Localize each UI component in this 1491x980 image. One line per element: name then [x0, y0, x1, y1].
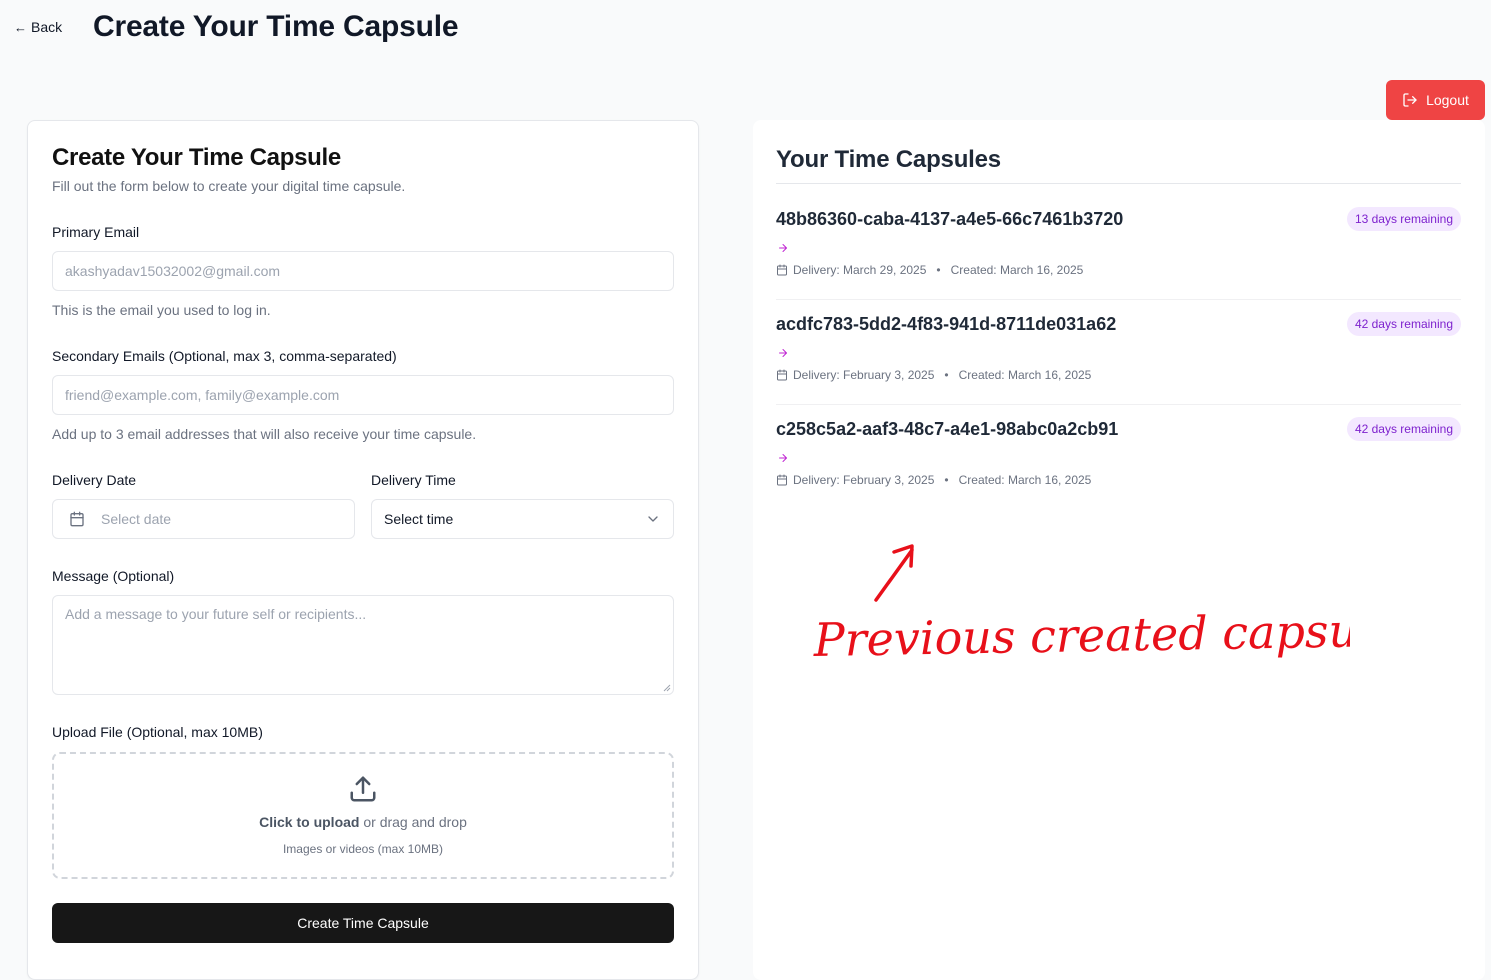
arrow-right-icon[interactable] [777, 242, 789, 254]
meta-separator: • [944, 473, 949, 487]
days-remaining-badge: 42 days remaining [1346, 417, 1461, 441]
capsule-meta: Delivery: March 29, 2025 • Created: Marc… [776, 263, 1083, 277]
annotation-arrow-icon [874, 544, 914, 602]
calendar-icon [777, 474, 787, 486]
meta-separator: • [936, 263, 941, 277]
created-date-text: Created: March 16, 2025 [958, 473, 1092, 487]
arrow-right-icon[interactable] [777, 452, 789, 464]
capsule-id: 48b86360-caba-4137-a4e5-66c7461b3720 [776, 209, 1124, 229]
form-title: Create Your Time Capsule [52, 144, 341, 171]
meta-separator: • [944, 368, 949, 382]
create-capsule-form: Create Your Time Capsule Fill out the fo… [27, 120, 699, 980]
primary-email-help: This is the email you used to log in. [52, 302, 271, 318]
upload-instruction: Click to upload or drag and drop [54, 814, 672, 830]
page-title: Create Your Time Capsule [93, 10, 459, 43]
delivery-date-label: Delivery Date [52, 472, 137, 488]
secondary-emails-placeholder: friend@example.com, family@example.com [65, 387, 340, 403]
capsule-item[interactable]: 48b86360-caba-4137-a4e5-66c7461b3720 13 … [776, 195, 1461, 300]
drag-drop-text: or drag and drop [359, 814, 467, 830]
back-link[interactable]: ← Back [14, 19, 62, 35]
create-capsule-button[interactable]: Create Time Capsule [52, 903, 674, 943]
capsule-meta: Delivery: February 3, 2025 • Created: Ma… [776, 473, 1091, 487]
resize-grip-icon[interactable] [663, 684, 671, 692]
delivery-time-select[interactable]: Select time [371, 499, 674, 539]
back-arrow-icon: ← [14, 19, 27, 35]
capsule-item[interactable]: c258c5a2-aaf3-48c7-a4e1-98abc0a2cb91 42 … [776, 405, 1461, 510]
divider [776, 183, 1461, 184]
delivery-date-picker[interactable]: Select date [52, 499, 355, 539]
days-remaining-badge: 42 days remaining [1346, 312, 1461, 336]
calendar-icon [777, 369, 787, 381]
capsule-meta: Delivery: February 3, 2025 • Created: Ma… [776, 368, 1091, 382]
logout-icon [1403, 93, 1417, 107]
secondary-emails-help: Add up to 3 email addresses that will al… [52, 426, 477, 442]
chevron-down-icon [648, 516, 658, 522]
capsule-id: acdfc783-5dd2-4f83-941d-8711de031a62 [776, 314, 1117, 334]
logout-button[interactable]: Logout [1386, 80, 1485, 120]
capsule-list-title: Your Time Capsules [776, 146, 1001, 173]
back-link-label: Back [31, 19, 63, 35]
logout-label: Logout [1426, 92, 1469, 108]
click-to-upload-text: Click to upload [259, 814, 360, 830]
primary-email-value: akashyadav15032002@gmail.com [65, 263, 281, 279]
upload-hint: Images or videos (max 10MB) [282, 842, 444, 856]
calendar-icon [70, 511, 84, 527]
secondary-emails-label: Secondary Emails (Optional, max 3, comma… [52, 348, 397, 364]
annotation-text: Previous created capsules [812, 602, 1350, 667]
capsule-item[interactable]: acdfc783-5dd2-4f83-941d-8711de031a62 42 … [776, 300, 1461, 405]
upload-label: Upload File (Optional, max 10MB) [52, 724, 263, 740]
secondary-emails-field[interactable]: friend@example.com, family@example.com [52, 375, 674, 415]
delivery-time-value: Select time [384, 511, 454, 527]
top-bar: ← Back Create Your Time Capsule [0, 0, 1491, 60]
delivery-date-placeholder: Select date [101, 511, 172, 527]
primary-email-label: Primary Email [52, 224, 140, 240]
arrow-right-icon[interactable] [777, 347, 789, 359]
delivery-date-text: Delivery: March 29, 2025 [793, 263, 927, 277]
message-textarea[interactable]: Add a message to your future self or rec… [52, 595, 674, 695]
message-placeholder: Add a message to your future self or rec… [65, 606, 367, 622]
form-subtitle: Fill out the form below to create your d… [52, 178, 406, 194]
delivery-date-text: Delivery: February 3, 2025 [793, 473, 935, 487]
primary-email-field[interactable]: akashyadav15032002@gmail.com [52, 251, 674, 291]
delivery-date-text: Delivery: February 3, 2025 [793, 368, 935, 382]
handwritten-annotation: Previous created capsules [812, 544, 1350, 667]
message-label: Message (Optional) [52, 568, 175, 584]
capsule-id: c258c5a2-aaf3-48c7-a4e1-98abc0a2cb91 [776, 419, 1119, 439]
created-date-text: Created: March 16, 2025 [950, 263, 1084, 277]
calendar-icon [777, 264, 787, 276]
upload-icon [350, 776, 376, 802]
created-date-text: Created: March 16, 2025 [958, 368, 1092, 382]
delivery-time-label: Delivery Time [371, 472, 456, 488]
file-dropzone[interactable]: Click to upload or drag and drop Images … [52, 752, 674, 879]
days-remaining-badge: 13 days remaining [1346, 207, 1461, 231]
